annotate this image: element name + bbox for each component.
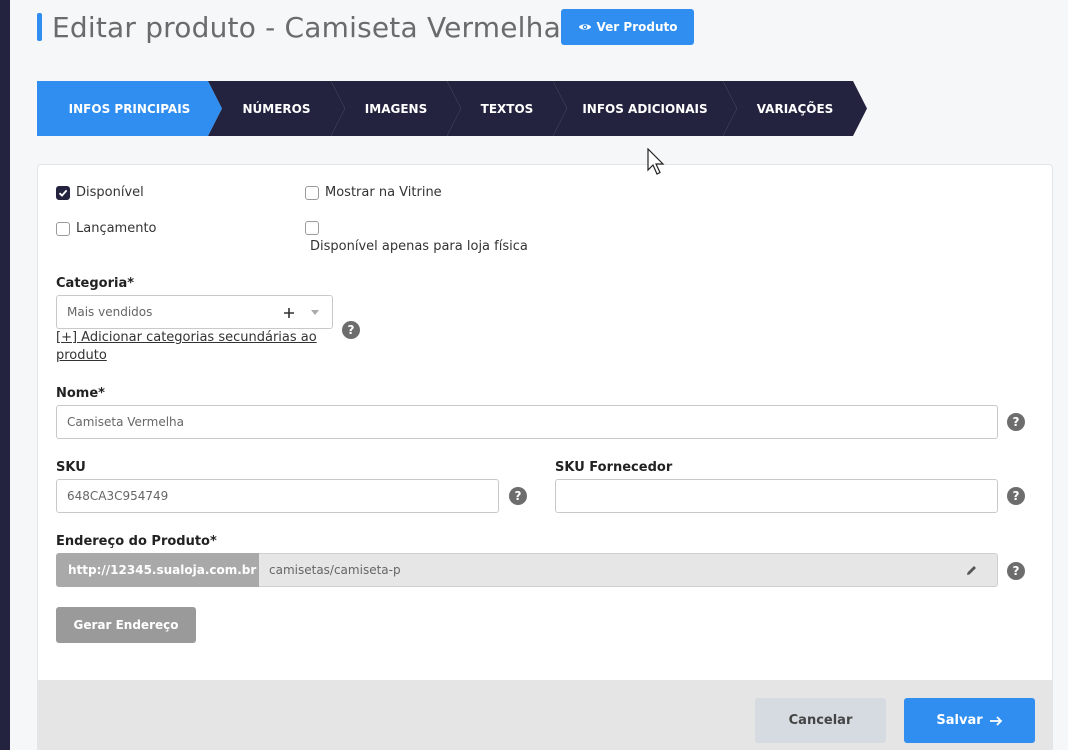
tab-imagens[interactable]: IMAGENS — [331, 81, 461, 136]
page: Editar produto - Camiseta Vermelha Ver P… — [10, 0, 1068, 750]
nome-help-icon[interactable]: ? — [1007, 413, 1025, 431]
chevron-down-icon[interactable] — [311, 310, 319, 316]
generate-address-button[interactable]: Gerar Endereço — [56, 607, 196, 643]
tab-label: INFOS PRINCIPAIS — [68, 101, 191, 116]
categoria-select[interactable]: Mais vendidos — [56, 295, 333, 329]
url-slug-value: camisetas/camiseta-p — [269, 563, 401, 577]
add-secondary-categories-link[interactable]: [+] Adicionar categorias secundárias ao … — [56, 329, 326, 365]
tab-textos[interactable]: TEXTOS — [447, 81, 567, 136]
eye-icon — [578, 24, 591, 30]
save-button[interactable]: Salvar — [904, 698, 1035, 743]
tab-variacoes[interactable]: VARIAÇÕES — [723, 81, 867, 136]
categoria-help-icon[interactable]: ? — [342, 321, 360, 339]
checkbox-disponivel[interactable]: Disponível — [56, 185, 144, 200]
checkbox-mostrar-vitrine[interactable]: Mostrar na Vitrine — [305, 185, 442, 200]
check-icon — [58, 189, 68, 197]
nome-label: Nome* — [56, 386, 105, 401]
checkbox-lancamento[interactable]: Lançamento — [56, 221, 157, 236]
arrow-right-icon — [989, 715, 1002, 726]
checkbox-box[interactable] — [305, 221, 319, 235]
mouse-cursor-icon — [647, 148, 665, 175]
checkbox-loja-fisica-label: Disponível apenas para loja física — [310, 239, 528, 254]
tab-bar: INFOS PRINCIPAIS NÚMEROS IMAGENS TEXTOS … — [37, 81, 867, 136]
sku-help-icon[interactable]: ? — [509, 487, 527, 505]
checkbox-loja-fisica[interactable] — [305, 221, 325, 235]
sku-fornecedor-input[interactable] — [555, 479, 998, 513]
checkbox-label: Mostrar na Vitrine — [325, 185, 442, 200]
tab-numeros[interactable]: NÚMEROS — [208, 81, 345, 136]
plus-icon[interactable] — [283, 307, 295, 319]
nome-input[interactable]: Camiseta Vermelha — [56, 405, 998, 439]
tab-label: VARIAÇÕES — [756, 101, 834, 116]
title-accent-bar — [37, 13, 42, 41]
sku-label: SKU — [56, 460, 86, 475]
view-product-button[interactable]: Ver Produto — [561, 9, 694, 45]
checkbox-box[interactable] — [56, 185, 70, 200]
sku-fornecedor-help-icon[interactable]: ? — [1007, 487, 1025, 505]
pencil-icon[interactable] — [965, 564, 978, 577]
product-form-card: Disponível Mostrar na Vitrine Lançamento… — [37, 164, 1053, 750]
checkbox-label: Disponível — [76, 185, 144, 200]
view-product-label: Ver Produto — [596, 20, 678, 34]
url-prefix: http://12345.sualoja.com.br — [56, 553, 259, 587]
endereco-help-icon[interactable]: ? — [1007, 562, 1025, 580]
sku-value: 648CA3C954749 — [67, 489, 169, 503]
url-slug-field[interactable]: camisetas/camiseta-p — [259, 553, 998, 587]
categoria-value: Mais vendidos — [67, 305, 153, 319]
save-label: Salvar — [936, 713, 983, 728]
categoria-label: Categoria* — [56, 276, 135, 291]
checkbox-box[interactable] — [305, 185, 319, 200]
sku-input[interactable]: 648CA3C954749 — [56, 479, 499, 513]
form-footer: Cancelar Salvar — [38, 680, 1052, 750]
tab-label: TEXTOS — [480, 101, 534, 116]
tab-infos-principais[interactable]: INFOS PRINCIPAIS — [37, 81, 222, 136]
endereco-label: Endereço do Produto* — [56, 534, 217, 549]
cancel-button[interactable]: Cancelar — [755, 698, 886, 743]
tab-infos-adicionais[interactable]: INFOS ADICIONAIS — [553, 81, 737, 136]
left-sidebar-strip — [0, 0, 10, 750]
sku-fornecedor-label: SKU Fornecedor — [555, 460, 673, 475]
tab-label: NÚMEROS — [242, 101, 311, 116]
checkbox-label: Lançamento — [76, 221, 157, 236]
checkbox-box[interactable] — [56, 221, 70, 236]
page-header: Editar produto - Camiseta Vermelha — [37, 8, 561, 46]
nome-value: Camiseta Vermelha — [67, 415, 185, 429]
tab-label: IMAGENS — [364, 101, 428, 116]
page-title: Editar produto - Camiseta Vermelha — [52, 10, 561, 44]
tab-label: INFOS ADICIONAIS — [582, 101, 708, 116]
